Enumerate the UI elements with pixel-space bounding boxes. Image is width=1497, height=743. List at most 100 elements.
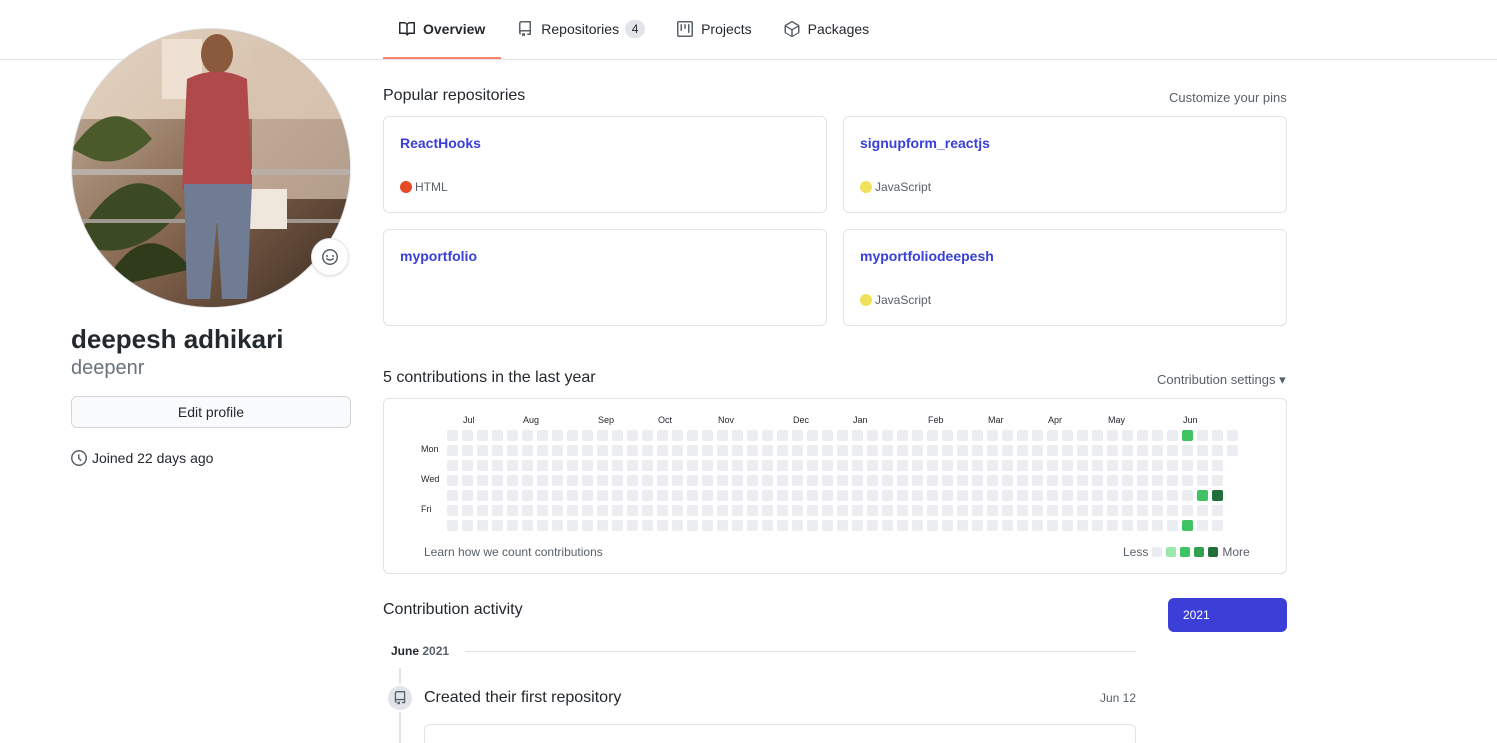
contribution-day[interactable] bbox=[762, 445, 773, 456]
contribution-day[interactable] bbox=[1182, 475, 1193, 486]
tab-overview[interactable]: Overview bbox=[383, 0, 502, 59]
contribution-day[interactable] bbox=[822, 460, 833, 471]
contribution-day[interactable] bbox=[492, 490, 503, 501]
contribution-day[interactable] bbox=[1122, 505, 1133, 516]
contribution-day[interactable] bbox=[942, 520, 953, 531]
contribution-day[interactable] bbox=[627, 520, 638, 531]
contribution-day[interactable] bbox=[1002, 520, 1013, 531]
contribution-day[interactable] bbox=[957, 520, 968, 531]
contribution-day[interactable] bbox=[597, 505, 608, 516]
contribution-day[interactable] bbox=[1092, 445, 1103, 456]
contribution-day[interactable] bbox=[702, 490, 713, 501]
contribution-day[interactable] bbox=[522, 490, 533, 501]
contribution-day[interactable] bbox=[1197, 520, 1208, 531]
contribution-day[interactable] bbox=[1092, 490, 1103, 501]
contribution-day[interactable] bbox=[702, 460, 713, 471]
contribution-day[interactable] bbox=[792, 520, 803, 531]
contribution-day[interactable] bbox=[702, 430, 713, 441]
contribution-day[interactable] bbox=[597, 445, 608, 456]
contribution-day[interactable] bbox=[732, 430, 743, 441]
contribution-day[interactable] bbox=[672, 460, 683, 471]
contribution-day[interactable] bbox=[1122, 430, 1133, 441]
contribution-day[interactable] bbox=[777, 505, 788, 516]
contribution-day[interactable] bbox=[1107, 445, 1118, 456]
contribution-day[interactable] bbox=[567, 460, 578, 471]
contribution-day[interactable] bbox=[897, 460, 908, 471]
contribution-day[interactable] bbox=[477, 460, 488, 471]
contribution-day[interactable] bbox=[1017, 490, 1028, 501]
contribution-day[interactable] bbox=[1002, 430, 1013, 441]
contribution-day[interactable] bbox=[732, 505, 743, 516]
contribution-day[interactable] bbox=[552, 505, 563, 516]
contribution-day[interactable] bbox=[1227, 445, 1238, 456]
contribution-day[interactable] bbox=[462, 460, 473, 471]
contribution-day[interactable] bbox=[717, 445, 728, 456]
contribution-day[interactable] bbox=[747, 475, 758, 486]
contribution-day[interactable] bbox=[957, 445, 968, 456]
contribution-day[interactable] bbox=[537, 490, 548, 501]
contribution-day[interactable] bbox=[957, 505, 968, 516]
contribution-day[interactable] bbox=[1122, 490, 1133, 501]
contribution-day[interactable] bbox=[462, 520, 473, 531]
contribution-day[interactable] bbox=[627, 475, 638, 486]
contribution-day[interactable] bbox=[972, 445, 983, 456]
contribution-day[interactable] bbox=[462, 445, 473, 456]
contribution-day[interactable] bbox=[1017, 475, 1028, 486]
contribution-day[interactable] bbox=[1122, 460, 1133, 471]
contribution-day[interactable] bbox=[687, 475, 698, 486]
contribution-day[interactable] bbox=[1047, 430, 1058, 441]
contribution-day[interactable] bbox=[1002, 475, 1013, 486]
contribution-day[interactable] bbox=[1212, 505, 1223, 516]
contribution-day[interactable] bbox=[957, 475, 968, 486]
contribution-day[interactable] bbox=[642, 520, 653, 531]
contribution-day[interactable] bbox=[507, 520, 518, 531]
contribution-day[interactable] bbox=[1047, 490, 1058, 501]
contribution-day[interactable] bbox=[1197, 490, 1208, 501]
contribution-day[interactable] bbox=[1002, 445, 1013, 456]
contribution-day[interactable] bbox=[882, 430, 893, 441]
contribution-day[interactable] bbox=[1062, 490, 1073, 501]
contribution-day[interactable] bbox=[447, 475, 458, 486]
contribution-day[interactable] bbox=[492, 445, 503, 456]
contribution-day[interactable] bbox=[1137, 445, 1148, 456]
contribution-day[interactable] bbox=[492, 475, 503, 486]
contribution-day[interactable] bbox=[1017, 445, 1028, 456]
contribution-day[interactable] bbox=[987, 430, 998, 441]
contribution-day[interactable] bbox=[762, 460, 773, 471]
contribution-day[interactable] bbox=[807, 445, 818, 456]
contribution-day[interactable] bbox=[582, 445, 593, 456]
contribution-day[interactable] bbox=[477, 520, 488, 531]
contribution-day[interactable] bbox=[1122, 445, 1133, 456]
contribution-day[interactable] bbox=[462, 505, 473, 516]
contribution-day[interactable] bbox=[522, 520, 533, 531]
tab-projects[interactable]: Projects bbox=[661, 0, 768, 59]
contribution-day[interactable] bbox=[1062, 475, 1073, 486]
contribution-day[interactable] bbox=[1107, 430, 1118, 441]
contribution-day[interactable] bbox=[882, 445, 893, 456]
contribution-day[interactable] bbox=[582, 460, 593, 471]
contribution-day[interactable] bbox=[567, 490, 578, 501]
contribution-day[interactable] bbox=[597, 430, 608, 441]
contribution-day[interactable] bbox=[1137, 430, 1148, 441]
contribution-day[interactable] bbox=[807, 475, 818, 486]
contribution-day[interactable] bbox=[837, 490, 848, 501]
contribution-day[interactable] bbox=[777, 490, 788, 501]
contribution-day[interactable] bbox=[672, 430, 683, 441]
contribution-day[interactable] bbox=[717, 520, 728, 531]
contribution-day[interactable] bbox=[837, 520, 848, 531]
contribution-day[interactable] bbox=[1197, 445, 1208, 456]
contribution-day[interactable] bbox=[987, 475, 998, 486]
contribution-day[interactable] bbox=[1032, 460, 1043, 471]
contribution-day[interactable] bbox=[807, 430, 818, 441]
contribution-day[interactable] bbox=[1212, 490, 1223, 501]
contribution-day[interactable] bbox=[777, 430, 788, 441]
contribution-day[interactable] bbox=[597, 475, 608, 486]
contribution-day[interactable] bbox=[927, 475, 938, 486]
contribution-day[interactable] bbox=[612, 505, 623, 516]
contribution-day[interactable] bbox=[627, 460, 638, 471]
contribution-day[interactable] bbox=[687, 490, 698, 501]
contribution-day[interactable] bbox=[1047, 520, 1058, 531]
contribution-day[interactable] bbox=[867, 505, 878, 516]
contribution-day[interactable] bbox=[867, 490, 878, 501]
contribution-day[interactable] bbox=[1047, 475, 1058, 486]
